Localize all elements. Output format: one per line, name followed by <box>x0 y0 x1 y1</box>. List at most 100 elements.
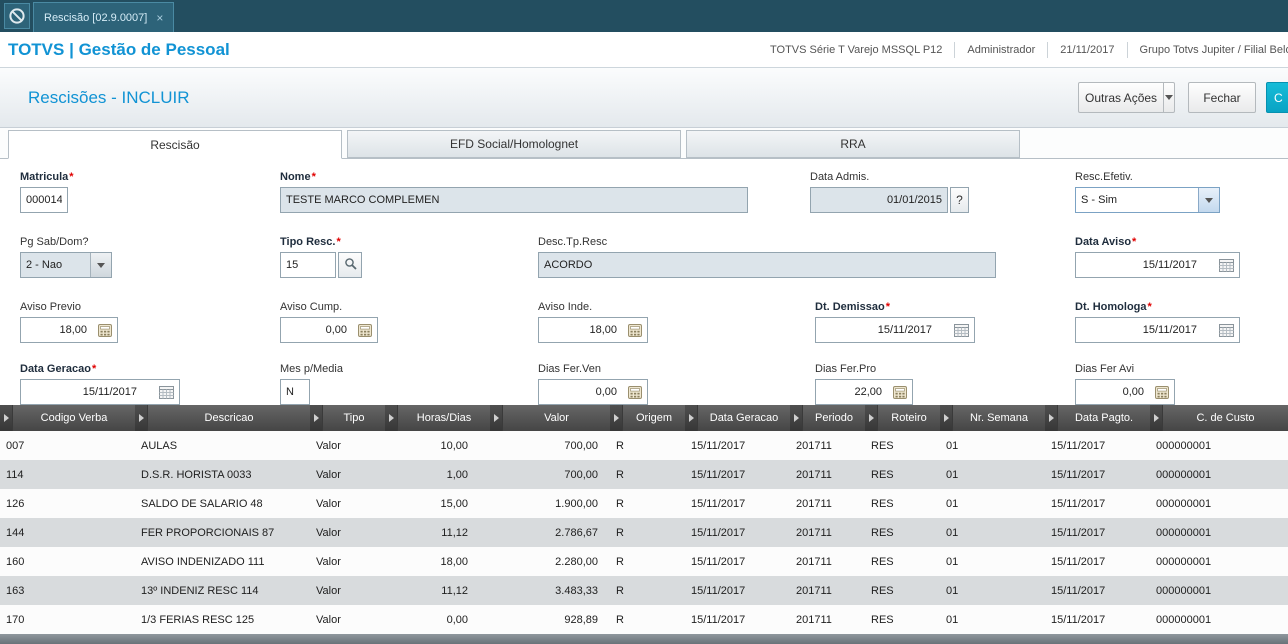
grid-cell: 01 <box>946 526 959 539</box>
grid-cell: 15/11/2017 <box>1051 497 1106 510</box>
mes-p-media-input[interactable] <box>280 379 310 405</box>
data-admis-input[interactable] <box>810 187 948 213</box>
confirm-button[interactable]: C <box>1266 82 1288 113</box>
desc-tp-resc-label: Desc.Tp.Resc <box>538 236 608 248</box>
grid-cell: R <box>616 439 624 452</box>
grid-row-163[interactable]: 163 13º INDENIZ RESC 114 Valor 11,12 3.483,3… <box>0 576 1288 605</box>
column-expand-icon[interactable] <box>940 405 953 431</box>
grid-row-160[interactable]: 160 AVISO INDENIZADO 111 Valor 18,00 2.280,0… <box>0 547 1288 576</box>
grid-cell: 000000001 <box>1156 439 1212 452</box>
column-expand-icon[interactable] <box>865 405 878 431</box>
environment-label: TOTVS Série T Varejo MSSQL P12 <box>770 43 943 56</box>
column-header-label: C. de Custo <box>1196 412 1255 424</box>
tab-rescisao[interactable]: Rescisão <box>8 130 342 159</box>
calendar-icon[interactable] <box>951 320 972 340</box>
calculator-icon[interactable] <box>624 382 645 402</box>
horizontal-scrollbar[interactable] <box>0 634 1288 644</box>
calendar-icon[interactable] <box>1216 320 1237 340</box>
calculator-icon[interactable] <box>1151 382 1172 402</box>
outras-acoes-caret[interactable] <box>1163 83 1174 112</box>
matricula-input[interactable] <box>20 187 68 213</box>
grid-cell: 163 <box>6 584 25 597</box>
column-expand-icon[interactable] <box>610 405 623 431</box>
grid-cell: Valor <box>316 555 341 568</box>
grid-cell: 11,12 <box>441 584 468 597</box>
column-expand-icon[interactable] <box>685 405 698 431</box>
dt-homologa-label: Dt. Homologa* <box>1075 301 1152 313</box>
prohibition-icon <box>9 8 25 24</box>
grid-cell: 15/11/2017 <box>1051 439 1106 452</box>
fechar-button[interactable]: Fechar <box>1188 82 1256 113</box>
column-expand-icon[interactable] <box>790 405 803 431</box>
grid-body: 007 AULAS Valor 10,00 700,00 R 15/11/2017 20171… <box>0 431 1288 634</box>
field-resc-efetiv: Resc.Efetiv. S - Sim <box>1075 171 1220 213</box>
column-header-origem[interactable]: Origem <box>610 405 685 431</box>
grid-row-144[interactable]: 144 FER PROPORCIONAIS 87 Valor 11,12 2.786,6… <box>0 518 1288 547</box>
column-expand-icon[interactable] <box>490 405 503 431</box>
nome-input[interactable] <box>280 187 748 213</box>
grid-row-114[interactable]: 114 D.S.R. HORISTA 0033 Valor 1,00 700,00 R 15… <box>0 460 1288 489</box>
column-header-horas-dias[interactable]: Horas/Dias <box>385 405 490 431</box>
calculator-icon[interactable] <box>354 320 375 340</box>
column-expand-icon[interactable] <box>310 405 323 431</box>
grid-row-170[interactable]: 170 1/3 FERIAS RESC 125 Valor 0,00 928,89 R 15… <box>0 605 1288 634</box>
outras-acoes-button[interactable]: Outras Ações <box>1078 82 1175 113</box>
grid-cell: 10,00 <box>440 439 468 452</box>
tab-efd-social-homolognet[interactable]: EFD Social/Homolognet <box>347 130 681 158</box>
page-title-bar: Rescisões - INCLUIR Outras Ações Fechar … <box>0 68 1288 128</box>
tab-rra[interactable]: RRA <box>686 130 1020 158</box>
grid-cell: D.S.R. HORISTA 0033 <box>141 468 252 481</box>
calculator-icon[interactable] <box>94 320 115 340</box>
dt-demissao-label: Dt. Demissao* <box>815 301 890 313</box>
column-expand-icon[interactable] <box>1045 405 1058 431</box>
window-tab-rescisao[interactable]: Rescisão [02.9.0007] × <box>33 2 175 32</box>
column-header-codigo-verba[interactable]: Codigo Verba <box>0 405 135 431</box>
column-expand-icon[interactable] <box>135 405 148 431</box>
column-header-valor[interactable]: Valor <box>490 405 610 431</box>
verbas-grid: Codigo Verba Descricao Tipo Horas/Dias Valor… <box>0 405 1288 644</box>
grid-cell: 2.280,00 <box>555 555 598 568</box>
grid-cell: 201711 <box>796 613 832 626</box>
column-header-roteiro[interactable]: Roteiro <box>865 405 940 431</box>
system-menu-button[interactable] <box>4 3 30 29</box>
dropdown-button[interactable] <box>1198 188 1219 212</box>
search-button[interactable] <box>338 252 362 278</box>
field-matricula: Matricula* <box>20 171 74 213</box>
calendar-icon[interactable] <box>156 382 177 402</box>
column-header-c-de-custo[interactable]: C. de Custo <box>1150 405 1288 431</box>
aviso-previo-label: Aviso Previo <box>20 301 81 313</box>
desc-tp-resc-input[interactable] <box>538 252 996 278</box>
tipo-resc-input[interactable] <box>280 252 336 278</box>
grid-cell: 15/11/2017 <box>1051 584 1106 597</box>
column-header-label: Origem <box>635 412 673 424</box>
column-header-data-pagto[interactable]: Data Pagto. <box>1045 405 1150 431</box>
grid-cell: SALDO DE SALARIO 48 <box>141 497 263 510</box>
pg-sab-dom-select[interactable]: 2 - Nao <box>20 252 112 278</box>
grid-row-126[interactable]: 126 SALDO DE SALARIO 48 Valor 15,00 1.900,00… <box>0 489 1288 518</box>
column-header-label: Horas/Dias <box>416 412 472 424</box>
help-button[interactable]: ? <box>950 187 969 213</box>
grid-cell: 15/11/2017 <box>691 526 746 539</box>
column-header-data-geracao[interactable]: Data Geracao <box>685 405 790 431</box>
column-header-tipo[interactable]: Tipo <box>310 405 385 431</box>
grid-cell: 15/11/2017 <box>691 497 746 510</box>
calendar-icon[interactable] <box>1216 255 1237 275</box>
dropdown-button[interactable] <box>90 253 111 277</box>
grid-header: Codigo Verba Descricao Tipo Horas/Dias Valor… <box>0 405 1288 431</box>
grid-row-007[interactable]: 007 AULAS Valor 10,00 700,00 R 15/11/2017 20171… <box>0 431 1288 460</box>
column-header-periodo[interactable]: Periodo <box>790 405 865 431</box>
column-expand-icon[interactable] <box>0 405 13 431</box>
calculator-icon[interactable] <box>889 382 910 402</box>
column-header-label: Data Geracao <box>709 412 779 424</box>
field-nome: Nome* <box>280 171 748 213</box>
column-header-nr-semana[interactable]: Nr. Semana <box>940 405 1045 431</box>
column-expand-icon[interactable] <box>1150 405 1163 431</box>
resc-efetiv-label: Resc.Efetiv. <box>1075 171 1133 183</box>
close-icon[interactable]: × <box>156 12 163 24</box>
column-expand-icon[interactable] <box>385 405 398 431</box>
resc-efetiv-select[interactable]: S - Sim <box>1075 187 1220 213</box>
grid-cell: RES <box>871 526 894 539</box>
calculator-icon[interactable] <box>624 320 645 340</box>
column-header-descricao[interactable]: Descricao <box>135 405 310 431</box>
chevron-down-icon <box>1205 197 1213 203</box>
